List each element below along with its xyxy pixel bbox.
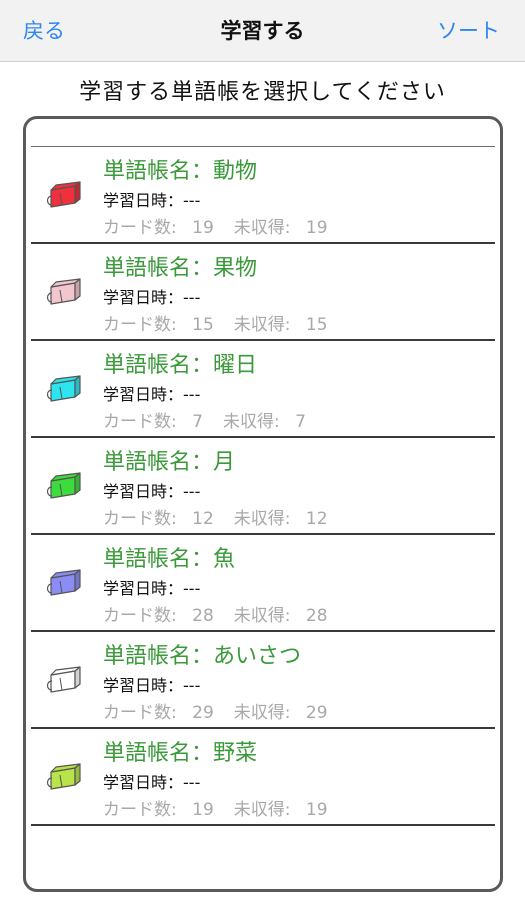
card-count: カード数: 19 [103,218,214,238]
unlearned-count: 未収得: 15 [233,315,328,335]
wordbook-list: 単語帳名：動物 学習日時：--- カード数: 19 未収得: 19 単語帳名：果物… [31,146,495,826]
study-time-label: 学習日時： [103,579,184,598]
study-time: 学習日時：--- [103,769,200,793]
wordbook-name-value: 曜日 [213,353,258,378]
wordbook-row-5[interactable]: 単語帳名：魚 学習日時：--- カード数: 28 未収得: 28 [31,535,495,632]
card-count: カード数: 12 [103,509,214,529]
study-time-value: --- [183,579,201,598]
card-count: カード数: 29 [103,703,214,723]
study-time-value: --- [183,385,201,404]
wordbook-name-label: 単語帳名： [103,159,214,184]
card-counts: カード数: 7 未収得: 7 [103,407,326,432]
wordbook-name-value: あいさつ [213,644,302,669]
unlearned-count: 未収得: 7 [222,412,306,432]
wordbook-row-7[interactable]: 単語帳名：野菜 学習日時：--- カード数: 19 未収得: 19 [31,729,495,826]
unlearned-count: 未収得: 29 [233,703,328,723]
unlearned-count: 未収得: 19 [233,218,328,238]
wordbook-name: 単語帳名：動物 [103,153,257,185]
study-time-value: --- [183,288,201,307]
study-time: 学習日時：--- [103,187,200,211]
wordbook-name: 単語帳名：魚 [103,541,235,573]
wordbook-name: 単語帳名：月 [103,444,235,476]
wordbook-icon [46,666,81,693]
study-time-label: 学習日時： [103,676,184,695]
card-counts: カード数: 19 未収得: 19 [103,213,348,238]
instruction-text: 学習する単語帳を選択してください [79,80,446,105]
card-count: カード数: 15 [103,315,214,335]
wordbook-row-4[interactable]: 単語帳名：月 学習日時：--- カード数: 12 未収得: 12 [31,438,495,535]
wordbook-name-value: 月 [213,450,236,475]
wordbook-name-label: 単語帳名： [103,644,214,669]
study-time-label: 学習日時： [103,773,184,792]
wordbook-row-6[interactable]: 単語帳名：あいさつ 学習日時：--- カード数: 29 未収得: 29 [31,632,495,729]
card-counts: カード数: 29 未収得: 29 [103,698,348,723]
wordbook-name: 単語帳名：野菜 [103,735,257,767]
wordbook-name-value: 動物 [213,159,258,184]
wordbook-row-1[interactable]: 単語帳名：動物 学習日時：--- カード数: 19 未収得: 19 [31,147,495,244]
wordbook-name-label: 単語帳名： [103,547,214,572]
wordbook-icon [46,763,81,790]
study-time-label: 学習日時： [103,385,184,404]
wordbook-name-value: 魚 [213,547,236,572]
study-time: 学習日時：--- [103,284,200,308]
wordbook-name: 単語帳名：あいさつ [103,638,301,670]
study-time: 学習日時：--- [103,672,200,696]
wordbook-icon [46,278,81,305]
wordbook-name-label: 単語帳名： [103,450,214,475]
wordbook-name-label: 単語帳名： [103,256,214,281]
card-counts: カード数: 19 未収得: 19 [103,795,348,820]
study-time-value: --- [183,191,201,210]
card-counts: カード数: 12 未収得: 12 [103,504,348,529]
study-time-value: --- [183,482,201,501]
card-count: カード数: 19 [103,800,214,820]
wordbook-icon [46,375,81,402]
navigation-bar: 戻る 学習する ソート [0,0,525,62]
wordbook-row-3[interactable]: 単語帳名：曜日 学習日時：--- カード数: 7 未収得: 7 [31,341,495,438]
study-time: 学習日時：--- [103,381,200,405]
wordbook-list-frame[interactable]: 単語帳名：動物 学習日時：--- カード数: 19 未収得: 19 単語帳名：果物… [23,116,503,892]
study-time-label: 学習日時： [103,191,184,210]
study-time: 学習日時：--- [103,575,200,599]
wordbook-row-2[interactable]: 単語帳名：果物 学習日時：--- カード数: 15 未収得: 15 [31,244,495,341]
card-count: カード数: 7 [103,412,203,432]
wordbook-name-value: 野菜 [213,741,258,766]
unlearned-count: 未収得: 19 [233,800,328,820]
wordbook-icon [46,569,81,596]
wordbook-icon [46,472,81,499]
unlearned-count: 未収得: 28 [233,606,328,626]
study-time-value: --- [183,676,201,695]
wordbook-name: 単語帳名：曜日 [103,347,257,379]
unlearned-count: 未収得: 12 [233,509,328,529]
card-counts: カード数: 28 未収得: 28 [103,601,348,626]
wordbook-icon [46,181,81,208]
wordbook-name-label: 単語帳名： [103,353,214,378]
wordbook-name-value: 果物 [213,256,258,281]
wordbook-name: 単語帳名：果物 [103,250,257,282]
sort-button[interactable]: ソート [437,0,500,62]
card-count: カード数: 28 [103,606,214,626]
study-time-label: 学習日時： [103,482,184,501]
card-counts: カード数: 15 未収得: 15 [103,310,348,335]
study-time-value: --- [183,773,201,792]
wordbook-name-label: 単語帳名： [103,741,214,766]
study-time: 学習日時：--- [103,478,200,502]
study-time-label: 学習日時： [103,288,184,307]
